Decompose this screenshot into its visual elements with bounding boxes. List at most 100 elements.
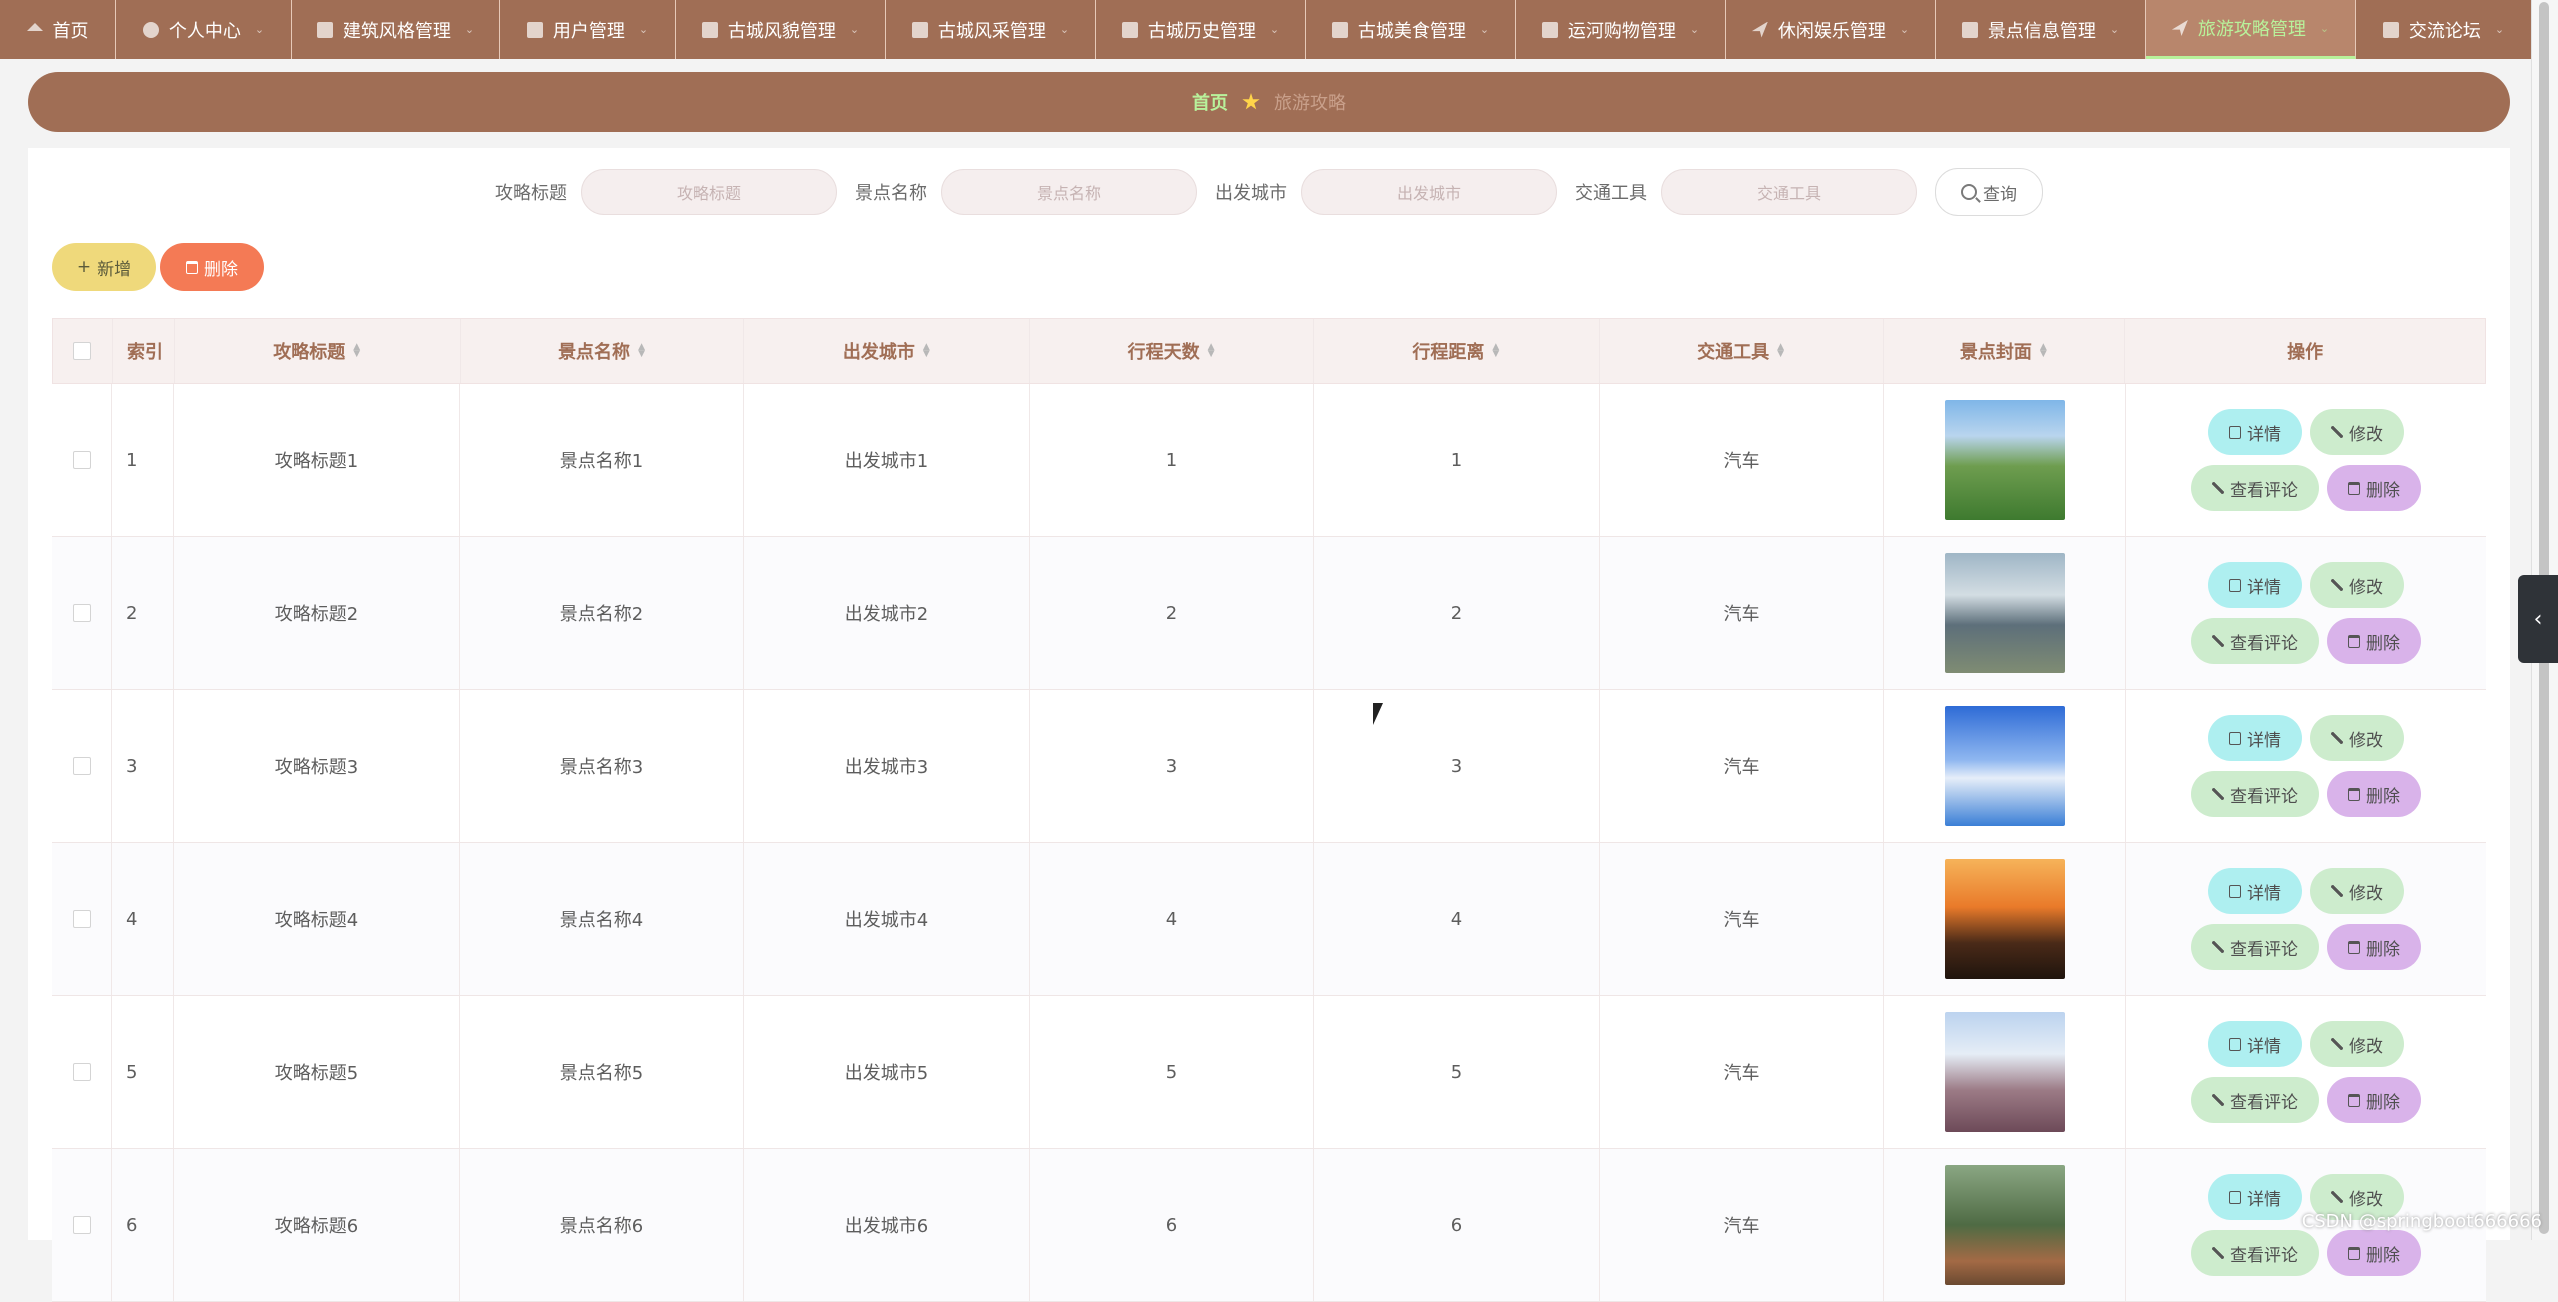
cell-city: 出发城市2 (744, 537, 1030, 689)
header-distance[interactable]: 行程距离 ▲ ▼ (1314, 319, 1600, 383)
view-comments-button[interactable]: 查看评论 (2191, 1077, 2319, 1123)
edit-button[interactable]: 修改 (2310, 409, 2404, 455)
delete-button-label: 删除 (2366, 1245, 2400, 1266)
delete-button[interactable]: 删除 (2327, 924, 2421, 970)
detail-button-label: 详情 (2247, 883, 2281, 904)
nav-item-0[interactable]: 首页 (0, 0, 116, 59)
detail-button[interactable]: 详情 (2208, 562, 2302, 608)
delete-button[interactable]: 删除 (2327, 465, 2421, 511)
city-input[interactable]: 出发城市 (1301, 169, 1557, 215)
header-spot[interactable]: 景点名称 ▲ ▼ (461, 319, 745, 383)
sort-icon[interactable]: ▲ ▼ (1208, 343, 1216, 359)
cell-distance: 1 (1314, 384, 1600, 536)
delete-button[interactable]: 删除 (2327, 1230, 2421, 1276)
delete-button[interactable]: 删除 (2327, 618, 2421, 664)
view-comments-button[interactable]: 查看评论 (2191, 618, 2319, 664)
select-all-cell (53, 319, 113, 383)
view-comments-button[interactable]: 查看评论 (2191, 924, 2319, 970)
nav-item-5[interactable]: 古城风采管理 ⌄ (886, 0, 1096, 59)
row-select-cell (52, 1149, 112, 1301)
delete-button[interactable]: 删除 (2327, 771, 2421, 817)
nav-item-label: 古城美食管理 (1357, 20, 1466, 42)
chevron-left-icon[interactable]: ‹ (2518, 575, 2558, 663)
row-checkbox[interactable] (72, 910, 91, 928)
detail-button[interactable]: 详情 (2208, 868, 2302, 914)
sort-icon[interactable]: ▲ ▼ (923, 343, 931, 359)
delete-button[interactable]: 删除 (2327, 1077, 2421, 1123)
cover-image[interactable] (1944, 553, 2065, 673)
cover-image[interactable] (1944, 706, 2065, 826)
row-checkbox[interactable] (72, 451, 91, 469)
edit-button[interactable]: 修改 (2310, 868, 2404, 914)
cover-image[interactable] (1944, 1012, 2065, 1132)
select-all-checkbox[interactable] (73, 342, 92, 360)
title-input[interactable]: 攻略标题 (581, 169, 837, 215)
delete-button-label: 删除 (2366, 939, 2400, 960)
menu-icon (1961, 21, 1978, 38)
query-button[interactable]: 查询 (1935, 168, 2043, 216)
spot-input[interactable]: 景点名称 (941, 169, 1197, 215)
nav-item-4[interactable]: 古城风貌管理 ⌄ (676, 0, 886, 59)
sort-icon[interactable]: ▲ ▼ (1777, 343, 1785, 359)
sort-icon[interactable]: ▲ ▼ (638, 343, 646, 359)
actions-line: 详情 修改 (2208, 1021, 2404, 1067)
nav-item-9[interactable]: 休闲娱乐管理 ⌄ (1726, 0, 1936, 59)
view-comments-button[interactable]: 查看评论 (2191, 1230, 2319, 1276)
edit-button[interactable]: 修改 (2310, 562, 2404, 608)
cover-image[interactable] (1944, 400, 2065, 520)
row-checkbox[interactable] (72, 604, 91, 622)
bulk-delete-label: 删除 (204, 259, 238, 280)
nav-item-10[interactable]: 景点信息管理 ⌄ (1936, 0, 2146, 59)
header-days-label: 行程天数 (1127, 342, 1200, 363)
cover-image[interactable] (1944, 1165, 2065, 1285)
detail-button-label: 详情 (2247, 1189, 2281, 1210)
row-checkbox[interactable] (72, 1216, 91, 1234)
edit-button[interactable]: 修改 (2310, 715, 2404, 761)
nav-item-6[interactable]: 古城历史管理 ⌄ (1096, 0, 1306, 59)
row-checkbox[interactable] (72, 757, 91, 775)
header-cover[interactable]: 景点封面 ▲ ▼ (1884, 319, 2126, 383)
detail-button[interactable]: 详情 (2208, 715, 2302, 761)
sort-icon[interactable]: ▲ ▼ (2040, 343, 2048, 359)
header-tool[interactable]: 交通工具 ▲ ▼ (1600, 319, 1884, 383)
document-icon (2229, 731, 2241, 745)
chevron-down-icon: ⌄ (1689, 23, 1700, 36)
nav-item-2[interactable]: 建筑风格管理 ⌄ (292, 0, 500, 59)
nav-item-7[interactable]: 古城美食管理 ⌄ (1306, 0, 1516, 59)
detail-button[interactable]: 详情 (2208, 409, 2302, 455)
nav-item-11[interactable]: 旅游攻略管理 ⌄ (2146, 0, 2356, 59)
detail-button[interactable]: 详情 (2208, 1174, 2302, 1220)
cover-image[interactable] (1944, 859, 2065, 979)
table-row: 5 攻略标题5 景点名称5 出发城市5 5 5 汽车 详情 修改 查看评论 删除 (52, 996, 2486, 1149)
sort-icon[interactable]: ▲ ▼ (353, 343, 361, 359)
header-city[interactable]: 出发城市 ▲ ▼ (744, 319, 1031, 383)
view-comments-button[interactable]: 查看评论 (2191, 771, 2319, 817)
row-checkbox[interactable] (72, 1063, 91, 1081)
edit-button[interactable]: 修改 (2310, 1021, 2404, 1067)
nav-item-8[interactable]: 运河购物管理 ⌄ (1516, 0, 1726, 59)
view-comments-button[interactable]: 查看评论 (2191, 465, 2319, 511)
bulk-delete-button[interactable]: 删除 (160, 243, 264, 291)
cell-distance: 3 (1314, 690, 1600, 842)
nav-item-12[interactable]: 交流论坛 ⌄ (2356, 0, 2532, 59)
table-body: 1 攻略标题1 景点名称1 出发城市1 1 1 汽车 详情 修改 查看评论 删除 2 攻略标题2 景点名称… (52, 384, 2486, 1302)
tool-input[interactable]: 交通工具 (1661, 169, 1917, 215)
add-button[interactable]: + 新增 (52, 243, 156, 291)
cell-spot: 景点名称1 (460, 384, 744, 536)
header-days[interactable]: 行程天数 ▲ ▼ (1030, 319, 1314, 383)
row-select-cell (52, 384, 112, 536)
cell-days: 1 (1030, 384, 1314, 536)
cell-spot: 景点名称3 (460, 690, 744, 842)
detail-button[interactable]: 详情 (2208, 1021, 2302, 1067)
breadcrumb-home[interactable]: 首页 (1192, 89, 1228, 115)
header-title[interactable]: 攻略标题 ▲ ▼ (175, 319, 461, 383)
sort-icon[interactable]: ▲ ▼ (1492, 343, 1500, 359)
nav-item-3[interactable]: 用户管理 ⌄ (500, 0, 676, 59)
row-select-cell (52, 690, 112, 842)
main-panel: 攻略标题 攻略标题 景点名称 景点名称 出发城市 出发城市 交通工具 交通工具 … (28, 148, 2510, 1302)
cell-title: 攻略标题1 (174, 384, 460, 536)
edit-icon (2212, 635, 2224, 647)
nav-item-label: 建筑风格管理 (342, 20, 451, 42)
cell-cover (1884, 384, 2126, 536)
nav-item-1[interactable]: 个人中心 ⌄ (116, 0, 292, 59)
